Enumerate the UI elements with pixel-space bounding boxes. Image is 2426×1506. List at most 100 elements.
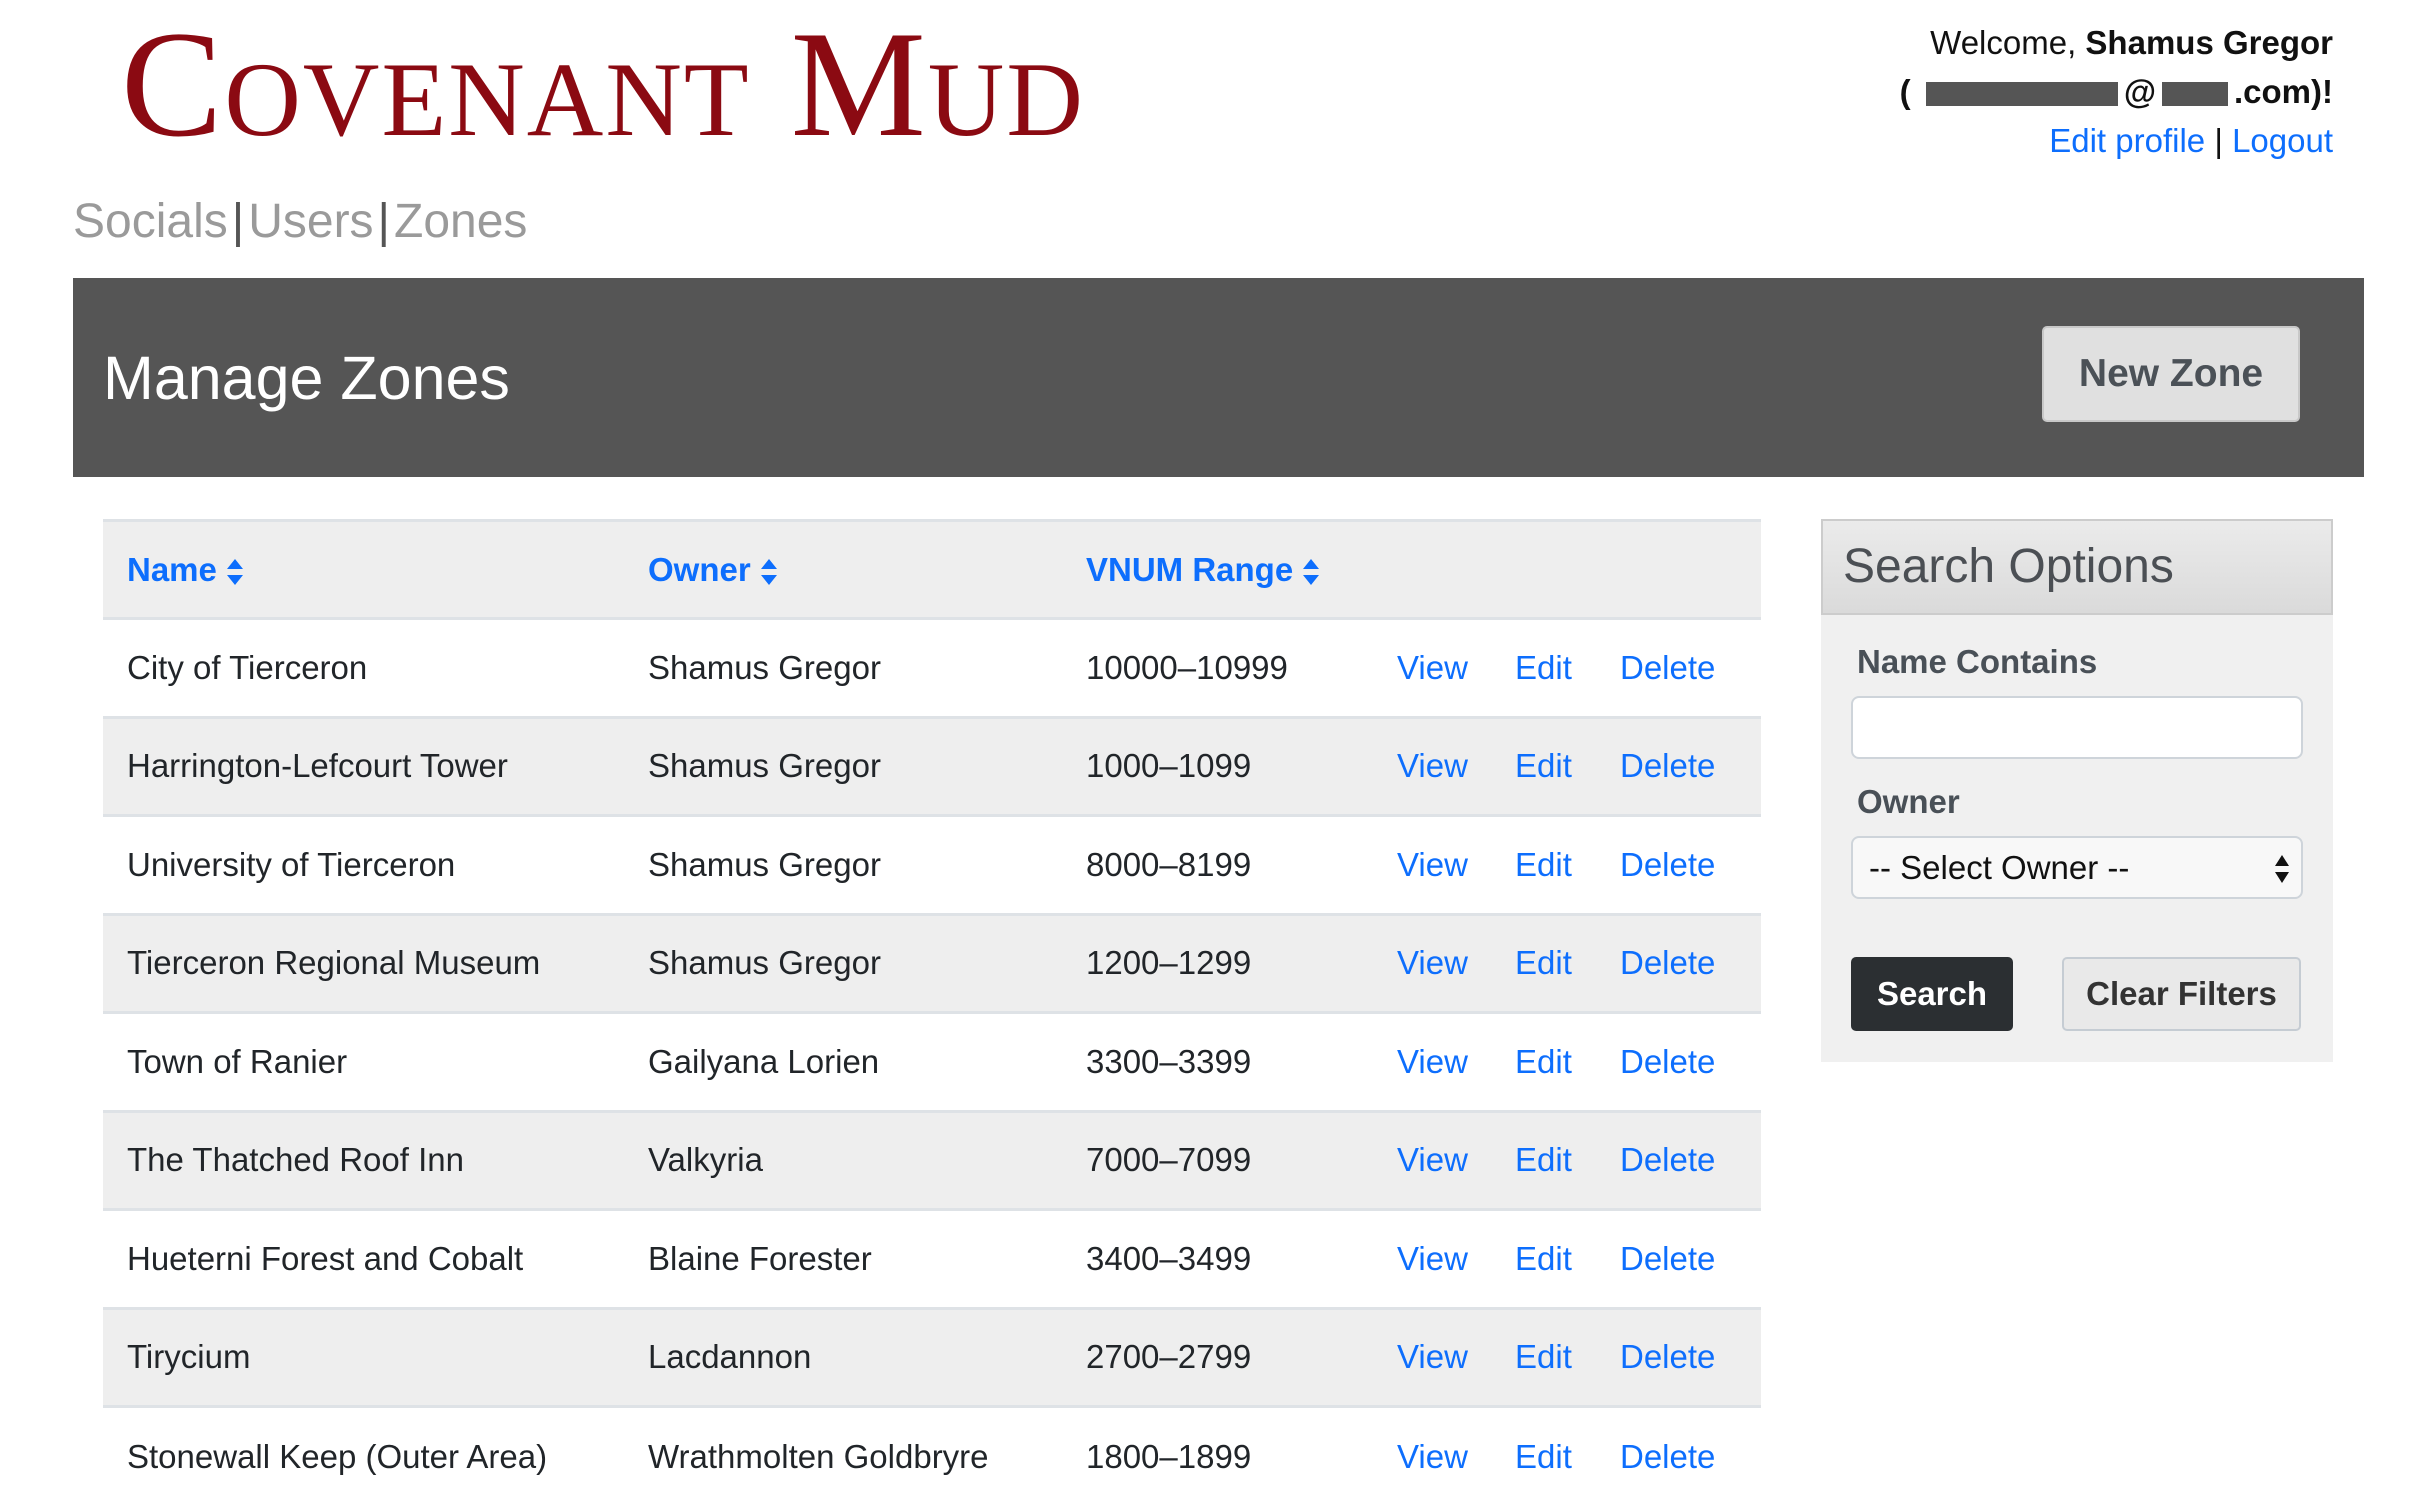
edit-link[interactable]: Edit: [1515, 1043, 1620, 1081]
nav-users[interactable]: Users: [248, 195, 373, 248]
zone-name: Town of Ranier: [127, 1042, 348, 1080]
delete-link[interactable]: Delete: [1620, 1043, 1715, 1080]
email-at: @: [2123, 73, 2156, 110]
zone-vnum-range: 2700–2799: [1086, 1338, 1252, 1376]
view-link[interactable]: View: [1397, 1438, 1515, 1476]
email-suffix: .com)!: [2234, 73, 2333, 110]
column-header-actions: [1397, 521, 1761, 619]
delete-link[interactable]: Delete: [1620, 1240, 1715, 1277]
edit-link[interactable]: Edit: [1515, 1141, 1620, 1179]
view-link[interactable]: View: [1397, 1043, 1515, 1081]
account-links: Edit profile | Logout: [1900, 116, 2333, 165]
site-logo[interactable]: Covenant Mud: [121, 8, 1085, 160]
zone-owner: Gailyana Lorien: [648, 1042, 880, 1080]
zones-table: Name Owner VNUM Range City of Tierceron …: [103, 519, 1761, 1505]
zone-owner: Wrathmolten Goldbryre: [648, 1437, 989, 1475]
owner-select[interactable]: -- Select Owner --: [1851, 836, 2303, 899]
edit-profile-link[interactable]: Edit profile: [2049, 122, 2205, 159]
zone-vnum-range: 10000–10999: [1086, 648, 1288, 686]
table-row: Hueterni Forest and Cobalt Blaine Forest…: [103, 1210, 1761, 1309]
delete-link[interactable]: Delete: [1620, 747, 1715, 784]
zone-owner: Shamus Gregor: [648, 747, 881, 785]
sort-by-vnum-range[interactable]: VNUM Range: [1086, 551, 1321, 588]
zone-actions: View Edit Delete: [1397, 1210, 1761, 1309]
zone-owner: Lacdannon: [648, 1338, 812, 1376]
delete-link[interactable]: Delete: [1620, 1438, 1715, 1475]
zone-vnum-range: 3400–3499: [1086, 1239, 1252, 1277]
view-link[interactable]: View: [1397, 944, 1515, 982]
edit-link[interactable]: Edit: [1515, 1438, 1620, 1476]
zone-name: Harrington-Lefcourt Tower: [127, 747, 508, 785]
name-contains-input[interactable]: [1851, 696, 2303, 759]
search-options-panel: Search Options Name Contains Owner -- Se…: [1821, 519, 2333, 1062]
view-link[interactable]: View: [1397, 1338, 1515, 1376]
edit-link[interactable]: Edit: [1515, 747, 1620, 785]
clear-filters-button[interactable]: Clear Filters: [2062, 957, 2301, 1031]
edit-link[interactable]: Edit: [1515, 846, 1620, 884]
delete-link[interactable]: Delete: [1620, 944, 1715, 981]
view-link[interactable]: View: [1397, 747, 1515, 785]
zone-vnum-range: 8000–8199: [1086, 845, 1252, 883]
zone-actions: View Edit Delete: [1397, 1407, 1761, 1506]
sort-icon: [1303, 558, 1320, 585]
edit-link[interactable]: Edit: [1515, 944, 1620, 982]
redacted-email-domain: [2162, 82, 2228, 107]
owner-select-value: -- Select Owner --: [1869, 849, 2130, 886]
zone-owner: Blaine Forester: [648, 1239, 872, 1277]
zones-table-body: City of Tierceron Shamus Gregor 10000–10…: [103, 619, 1761, 1506]
view-link[interactable]: View: [1397, 1240, 1515, 1278]
zone-vnum-range: 1800–1899: [1086, 1437, 1252, 1475]
edit-link[interactable]: Edit: [1515, 649, 1620, 687]
logo-word-covenant: Covenant: [121, 0, 751, 168]
zone-name: The Thatched Roof Inn: [127, 1141, 464, 1179]
sort-by-name[interactable]: Name: [127, 551, 245, 588]
column-header-name[interactable]: Name: [103, 521, 624, 619]
edit-link[interactable]: Edit: [1515, 1240, 1620, 1278]
new-zone-button[interactable]: New Zone: [2042, 326, 2300, 422]
table-row: City of Tierceron Shamus Gregor 10000–10…: [103, 619, 1761, 717]
table-row: Stonewall Keep (Outer Area) Wrathmolten …: [103, 1407, 1761, 1506]
link-separator: |: [2214, 122, 2223, 159]
nav-socials[interactable]: Socials: [73, 195, 228, 248]
zone-owner: Shamus Gregor: [648, 845, 881, 883]
zone-vnum-range: 1200–1299: [1086, 944, 1252, 982]
zone-actions: View Edit Delete: [1397, 717, 1761, 816]
column-label: Owner: [648, 550, 751, 588]
column-header-owner[interactable]: Owner: [624, 521, 1062, 619]
zone-name: City of Tierceron: [127, 648, 368, 686]
page-title: Manage Zones: [103, 344, 510, 412]
delete-link[interactable]: Delete: [1620, 1338, 1715, 1375]
zone-vnum-range: 3300–3399: [1086, 1042, 1252, 1080]
zone-owner: Valkyria: [648, 1141, 763, 1179]
zone-actions: View Edit Delete: [1397, 914, 1761, 1013]
redacted-email-user: [1925, 82, 2118, 107]
table-row: University of Tierceron Shamus Gregor 80…: [103, 816, 1761, 915]
table-header-row: Name Owner VNUM Range: [103, 520, 1761, 619]
search-options-header: Search Options: [1821, 519, 2333, 615]
column-label: Name: [127, 550, 217, 588]
view-link[interactable]: View: [1397, 1141, 1515, 1179]
column-header-vnum-range[interactable]: VNUM Range: [1062, 521, 1397, 619]
owner-label: Owner: [1857, 783, 1960, 820]
search-button[interactable]: Search: [1851, 957, 2013, 1031]
zone-name: University of Tierceron: [127, 845, 456, 883]
edit-link[interactable]: Edit: [1515, 1338, 1620, 1376]
sort-icon: [760, 558, 777, 585]
select-arrows-icon: [2275, 855, 2289, 883]
zone-vnum-range: 7000–7099: [1086, 1141, 1252, 1179]
nav-zones[interactable]: Zones: [394, 195, 527, 248]
zone-name: Stonewall Keep (Outer Area): [127, 1437, 548, 1475]
view-link[interactable]: View: [1397, 846, 1515, 884]
sort-by-owner[interactable]: Owner: [648, 551, 779, 588]
view-link[interactable]: View: [1397, 649, 1515, 687]
logout-link[interactable]: Logout: [2232, 122, 2333, 159]
zone-name: Hueterni Forest and Cobalt: [127, 1239, 524, 1277]
column-label: VNUM Range: [1086, 550, 1294, 588]
zone-owner: Shamus Gregor: [648, 648, 881, 686]
delete-link[interactable]: Delete: [1620, 649, 1715, 686]
delete-link[interactable]: Delete: [1620, 1141, 1715, 1178]
table-row: Harrington-Lefcourt Tower Shamus Gregor …: [103, 717, 1761, 816]
table-row: Tierceron Regional Museum Shamus Gregor …: [103, 914, 1761, 1013]
zone-actions: View Edit Delete: [1397, 816, 1761, 915]
delete-link[interactable]: Delete: [1620, 846, 1715, 883]
